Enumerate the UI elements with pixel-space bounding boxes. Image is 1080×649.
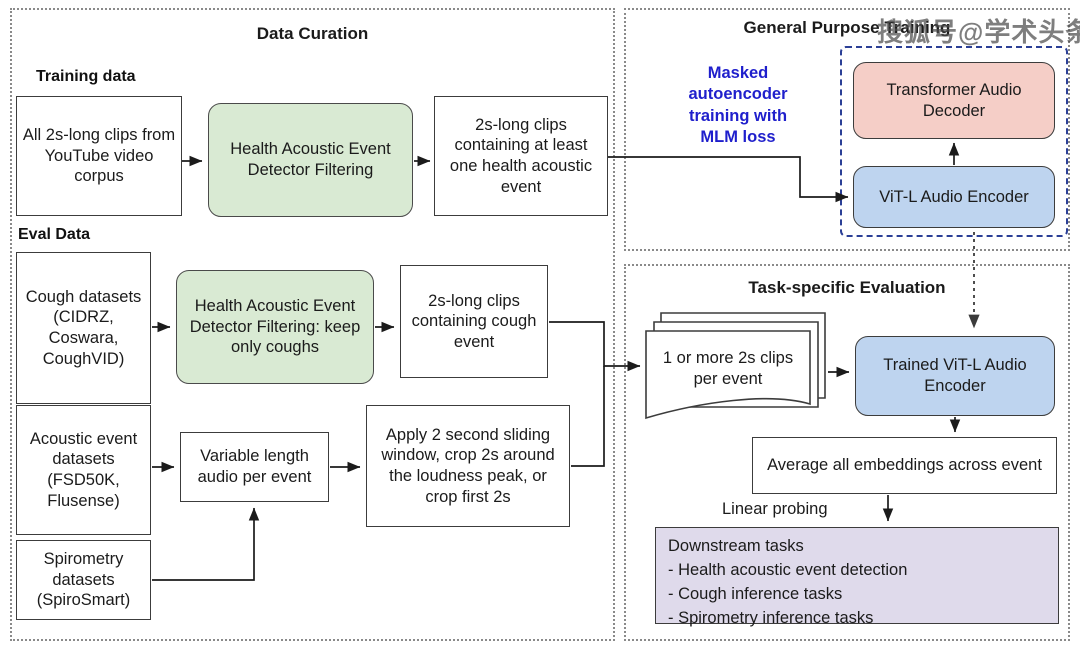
connector-arrows xyxy=(152,142,980,581)
figure-canvas: Data Curation Training data All 2s-long … xyxy=(0,0,1080,649)
watermark-text: 搜狐号@学术头条 xyxy=(877,17,1080,47)
